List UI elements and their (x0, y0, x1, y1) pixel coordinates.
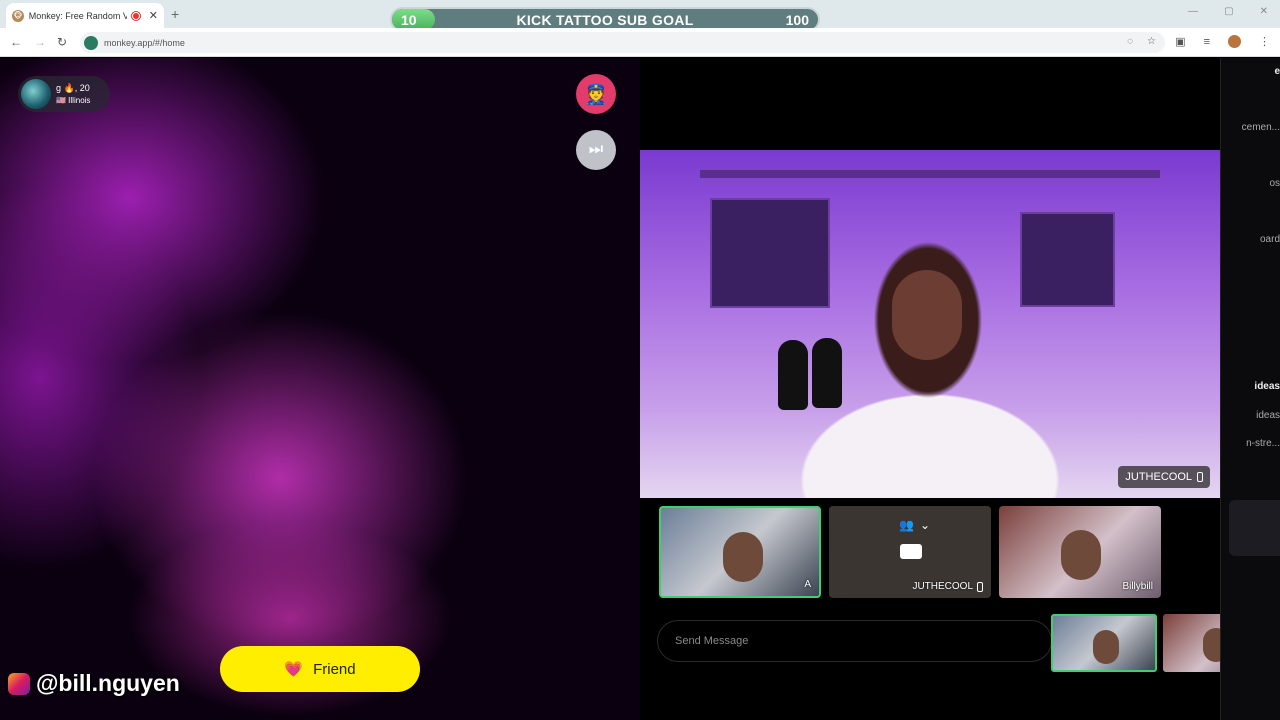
sub-goal-target: 100 (785, 11, 809, 28)
video-person-shape (892, 270, 962, 360)
matched-user-chip[interactable]: g 🔥, 20 🇺🇸 Illinois (18, 76, 110, 112)
side-panel-text: n-stre... (1246, 438, 1280, 449)
message-input[interactable] (675, 635, 1035, 647)
video-poster-shape (710, 198, 830, 308)
side-panel-text: oard (1259, 234, 1280, 245)
matched-user-name: g 🔥, 20 (56, 83, 90, 93)
tab-title: Monkey: Free Random Vide (28, 10, 127, 21)
close-tab-icon[interactable]: ✕ (149, 9, 158, 22)
streamer-tag-text: JUTHECOOL (1125, 471, 1192, 483)
participant-label: A (804, 579, 811, 590)
participant-face-shape (1093, 630, 1119, 664)
site-info-icon[interactable] (84, 35, 98, 50)
send-message-field[interactable] (657, 620, 1052, 662)
thumbnail-controls: 👥 ⌄ (899, 518, 930, 532)
matched-user-location: 🇺🇸 Illinois (56, 96, 91, 105)
streamer-tag: JUTHECOOL (1118, 466, 1210, 488)
arrow-right-icon[interactable]: → (34, 35, 46, 49)
camera-icon[interactable] (900, 544, 922, 559)
side-panel-text: ideas (1254, 381, 1280, 392)
skip-button[interactable]: ⏭ (576, 130, 616, 170)
video-cat-shape (812, 338, 842, 408)
chevron-down-icon[interactable]: ⌄ (920, 518, 930, 532)
minimize-icon[interactable]: — (1188, 6, 1198, 17)
eye-off-icon[interactable]: ◌ (1127, 36, 1133, 47)
participant-thumbnail[interactable]: 👥 ⌄ JUTHECOOL (829, 506, 991, 598)
instagram-icon (8, 672, 30, 695)
phone-icon (977, 581, 983, 592)
url-text: monkey.app/#/home (104, 37, 185, 48)
reload-icon[interactable]: ↻ (57, 35, 67, 49)
sub-goal-label: KICK TATTOO SUB GOAL (516, 11, 694, 28)
social-handle-text: @bill.nguyen (36, 670, 180, 696)
police-officer-icon: 👮 (583, 83, 609, 106)
video-cat-shape (778, 340, 808, 410)
video-poster-shape (1020, 212, 1115, 307)
participant-label: JUTHECOOL (912, 581, 973, 592)
browser-tab[interactable]: 🐵 Monkey: Free Random Vide ✕ (6, 3, 164, 28)
side-panel-card[interactable] (1229, 500, 1280, 556)
avatar (21, 79, 51, 109)
side-panel-text: cemen... (1241, 122, 1280, 133)
group-user-icon[interactable]: 👥 (899, 518, 914, 532)
profile-avatar[interactable] (1228, 35, 1241, 48)
side-panel-text: e (1274, 66, 1280, 77)
self-preview-tile[interactable] (1051, 614, 1157, 672)
participant-label: Billybill (1122, 581, 1153, 592)
heart-icon: 💗 (284, 661, 304, 678)
friend-button-label: Friend (313, 660, 356, 678)
browser-actions: ▣ ≡ ⋮ (1175, 35, 1270, 48)
participant-thumbnail[interactable]: A (659, 506, 821, 598)
video-shelf-shape (700, 170, 1160, 178)
fast-forward-icon: ⏭ (588, 141, 604, 158)
window-controls: — ▢ ✕ (1188, 6, 1268, 17)
social-handle-overlay: @bill.nguyen (8, 670, 180, 697)
participant-face-shape (723, 532, 763, 582)
maximize-icon[interactable]: ▢ (1224, 6, 1233, 17)
add-friend-button[interactable]: 💗 Friend (220, 646, 420, 692)
participant-thumbnail[interactable]: Billybill (999, 506, 1161, 598)
media-control-icon[interactable]: ≡ (1204, 36, 1210, 48)
self-camera-view: g 🔥, 20 🇺🇸 Illinois (0, 58, 640, 720)
participant-face-shape (1061, 530, 1101, 580)
new-tab-button[interactable]: + (171, 6, 179, 22)
close-window-icon[interactable]: ✕ (1260, 6, 1268, 17)
bookmark-star-icon[interactable]: ☆ (1147, 36, 1156, 47)
monkey-favicon-icon: 🐵 (12, 9, 24, 22)
side-panel-text: os (1269, 178, 1280, 189)
main-remote-video[interactable]: JUTHECOOL (640, 150, 1220, 498)
side-panel: e cemen... os oard ideas ideas n-stre... (1220, 58, 1280, 720)
address-bar[interactable]: monkey.app/#/home (80, 32, 1165, 53)
browser-toolbar: ← → ↻ monkey.app/#/home ◌ ☆ ▣ ≡ ⋮ (0, 28, 1280, 57)
side-panel-text: ideas (1256, 410, 1280, 421)
omnibox-actions: ◌ ☆ (1127, 36, 1156, 47)
arrow-left-icon[interactable]: ← (10, 35, 22, 49)
phone-icon (1197, 472, 1203, 482)
recording-indicator-icon (131, 11, 140, 20)
monkey-app-page: g 🔥, 20 🇺🇸 Illinois 👮 ⏭ 💗 Friend @bill.n… (0, 58, 1280, 720)
report-police-button[interactable]: 👮 (576, 74, 616, 114)
menu-kebab-icon[interactable]: ⋮ (1259, 35, 1270, 48)
side-panel-icon[interactable]: ▣ (1175, 35, 1185, 48)
